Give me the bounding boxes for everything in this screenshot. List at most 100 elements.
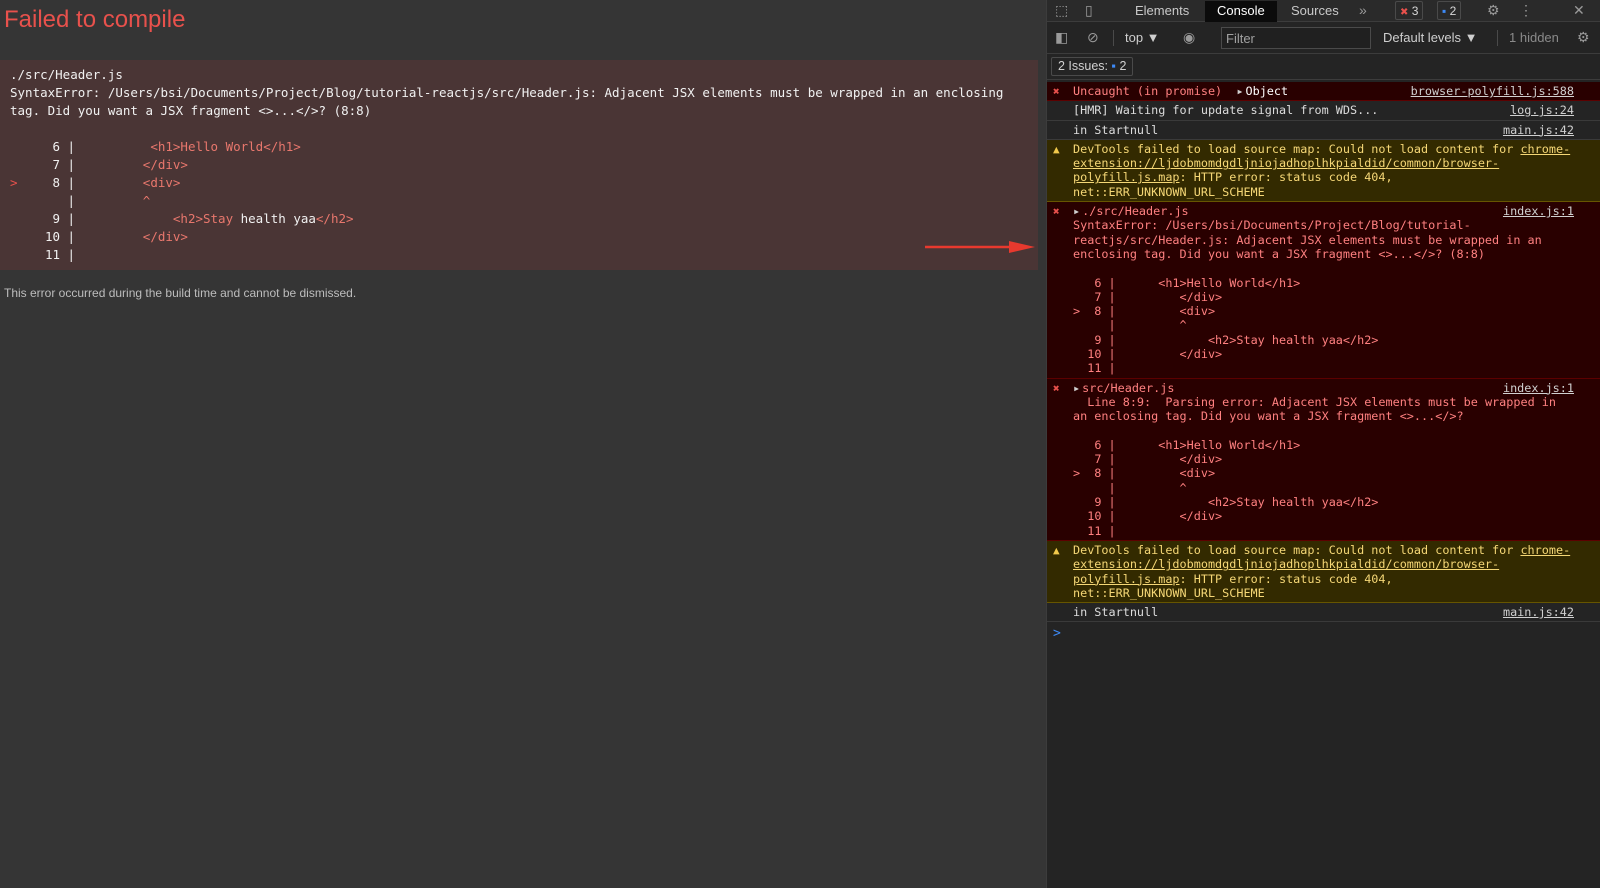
code-line: 11 | <box>10 246 1028 264</box>
divider <box>1113 30 1114 46</box>
source-link[interactable]: index.js:1 <box>1503 381 1574 395</box>
source-link[interactable]: log.js:24 <box>1510 103 1574 117</box>
source-link[interactable]: browser-polyfill.js:588 <box>1411 84 1574 98</box>
devtools-tabbar: ⬚ ▯ Elements Console Sources » ✖ 3 ▪ 2 ⚙… <box>1047 0 1600 22</box>
console-message-error[interactable]: ✖ index.js:1 ▸ src/Header.js Line 8:9: Pars… <box>1047 378 1600 541</box>
console-message-error[interactable]: ✖ index.js:1 ▸ ./src/Header.js SyntaxError:… <box>1047 202 1600 379</box>
message-text: DevTools failed to load source map: Coul… <box>1073 141 1521 156</box>
console-message-log[interactable]: main.js:42 in Startnull <box>1047 603 1600 623</box>
context-select[interactable]: top ▼ <box>1125 30 1160 45</box>
eye-icon[interactable]: ◉ <box>1183 29 1195 46</box>
message-text: [HMR] Waiting for update signal from WDS… <box>1073 103 1379 118</box>
message-body: [HMR] Waiting for update signal from WDS… <box>1073 103 1574 117</box>
gutter-pipe: | <box>60 193 143 208</box>
expand-caret-icon[interactable]: ▸ <box>1073 204 1080 218</box>
issues-count: 2 <box>1119 59 1127 73</box>
message-text: src/Header.js Line 8:9: Parsing error: A… <box>1073 380 1556 538</box>
error-box: ./src/Header.js SyntaxError: /Users/bsi/… <box>0 60 1038 270</box>
code-line: 6 | <h1>Hello World</h1> <box>10 138 1028 156</box>
tab-elements[interactable]: Elements <box>1123 1 1201 22</box>
hidden-count: 1 hidden <box>1509 30 1559 45</box>
code-tag: <h1>Hello World</h1> <box>142 139 301 154</box>
issues-bar: 2 Issues: ▪ 2 <box>1047 54 1600 80</box>
console-toolbar: ◧ ⊘ top ▼ ◉ Default levels ▼ 1 hidden ⚙ <box>1047 22 1600 54</box>
line-number: 10 <box>44 229 60 244</box>
message-body: ▸ ./src/Header.js SyntaxError: /Users/bsi… <box>1073 204 1574 376</box>
console-message-warn[interactable]: ▲ DevTools failed to load source map: Cou… <box>1047 139 1600 203</box>
tab-console[interactable]: Console <box>1205 1 1277 22</box>
console-messages: ✖ browser-polyfill.js:588 Uncaught (in pro… <box>1047 82 1600 888</box>
line-number: 6 <box>52 139 60 154</box>
issues-button[interactable]: 2 Issues: ▪ 2 <box>1051 57 1134 76</box>
code-text: health yaa <box>233 211 316 226</box>
divider <box>1497 30 1498 46</box>
code-line: 9 | <h2>Stay health yaa</h2> <box>10 210 1028 228</box>
code-tag: </div> <box>142 229 188 244</box>
message-body: DevTools failed to load source map: Coul… <box>1073 142 1574 199</box>
overlay-title: Failed to compile <box>4 6 186 33</box>
warning-icon: ▲ <box>1053 543 1060 557</box>
device-toolbar-icon[interactable]: ▯ <box>1085 2 1093 19</box>
error-message: SyntaxError: /Users/bsi/Documents/Projec… <box>10 85 1011 118</box>
inspect-element-icon[interactable]: ⬚ <box>1055 2 1068 19</box>
code-frame: 6 | <h1>Hello World</h1> 7 | </div> >8 | <… <box>10 138 1028 264</box>
log-levels-select[interactable]: Default levels ▼ <box>1383 30 1478 45</box>
code-line: 10 | </div> <box>10 228 1028 246</box>
info-count-badge[interactable]: ▪ 2 <box>1437 1 1462 20</box>
message-text: Uncaught (in promise) <box>1073 84 1223 98</box>
console-message-log[interactable]: main.js:42 in Startnull <box>1047 120 1600 140</box>
console-message-error[interactable]: ✖ browser-polyfill.js:588 Uncaught (in pro… <box>1047 82 1600 102</box>
gutter-pipe: | <box>60 211 143 226</box>
message-text: ./src/Header.js SyntaxError: /Users/bsi/… <box>1073 204 1542 376</box>
message-body: DevTools failed to load source map: Coul… <box>1073 543 1574 600</box>
console-settings-gear-icon[interactable]: ⚙ <box>1577 29 1590 46</box>
error-icon: ✖ <box>1400 7 1409 18</box>
console-message-warn[interactable]: ▲ DevTools failed to load source map: Cou… <box>1047 540 1600 604</box>
message-text: in Startnull <box>1073 122 1159 137</box>
error-icon: ✖ <box>1053 381 1060 395</box>
object-preview[interactable]: Object <box>1245 84 1288 98</box>
line-number: 8 <box>52 175 60 190</box>
line-number: 9 <box>52 211 60 226</box>
console-prompt[interactable]: > <box>1047 622 1600 645</box>
kebab-menu-icon[interactable]: ⋮ <box>1519 2 1533 19</box>
tab-sources[interactable]: Sources <box>1279 1 1351 22</box>
filter-input[interactable] <box>1221 27 1371 49</box>
warning-icon: ▲ <box>1053 142 1060 156</box>
clear-console-icon[interactable]: ⊘ <box>1087 29 1099 46</box>
red-arrow-annotation <box>925 241 1035 253</box>
code-tag: </h2> <box>315 211 354 226</box>
error-count-badge[interactable]: ✖ 3 <box>1395 1 1424 20</box>
error-icon: ✖ <box>1053 85 1060 98</box>
sidebar-toggle-icon[interactable]: ◧ <box>1055 29 1068 46</box>
close-icon[interactable]: ✕ <box>1573 2 1585 19</box>
code-line: >8 | <div> <box>10 174 1028 192</box>
message-text: in Startnull <box>1073 605 1159 620</box>
message-icon: ▪ <box>1442 4 1447 18</box>
source-link[interactable]: main.js:42 <box>1503 605 1574 619</box>
gutter-pipe: | <box>60 139 143 154</box>
line-number: 11 <box>44 247 60 262</box>
gutter-pipe: | <box>60 247 143 262</box>
code-tag: <h2>Stay <box>142 211 234 226</box>
message-icon: ▪ <box>1111 59 1116 73</box>
devtools-panel: ⬚ ▯ Elements Console Sources » ✖ 3 ▪ 2 ⚙… <box>1046 0 1600 888</box>
expand-caret-icon[interactable]: ▸ <box>1073 381 1080 395</box>
message-body: in Startnull <box>1073 123 1574 137</box>
more-tabs-icon[interactable]: » <box>1359 2 1367 18</box>
code-tag: ^ <box>142 193 151 208</box>
code-line: | ^ <box>10 192 1028 210</box>
error-overlay: Failed to compile ./src/Header.js Syntax… <box>0 0 1046 888</box>
message-body: ▸ src/Header.js Line 8:9: Parsing error: … <box>1073 381 1574 538</box>
line-number: 7 <box>52 157 60 172</box>
gear-icon[interactable]: ⚙ <box>1487 2 1500 19</box>
message-body: in Startnull <box>1073 605 1574 619</box>
console-message-log[interactable]: log.js:24 [HMR] Waiting for update signal… <box>1047 101 1600 121</box>
message-text: DevTools failed to load source map: Coul… <box>1073 542 1521 557</box>
expand-caret-icon[interactable]: ▸ <box>1236 84 1243 98</box>
error-icon: ✖ <box>1053 205 1060 219</box>
gutter-pipe: | <box>60 157 143 172</box>
gutter-pipe: | <box>60 229 143 244</box>
source-link[interactable]: main.js:42 <box>1503 123 1574 137</box>
source-link[interactable]: index.js:1 <box>1503 204 1574 218</box>
